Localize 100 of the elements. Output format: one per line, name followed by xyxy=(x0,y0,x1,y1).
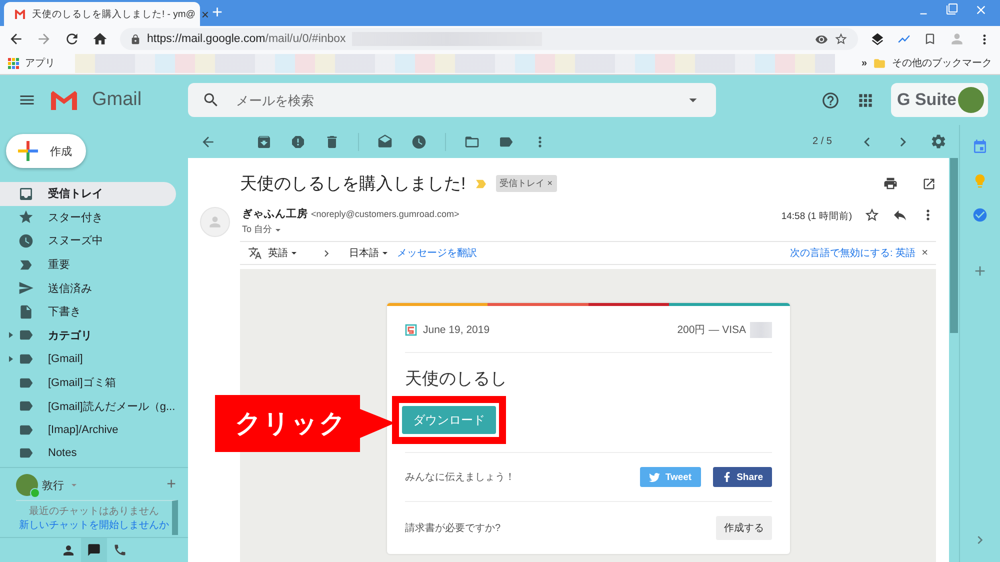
expand-caret-icon[interactable] xyxy=(9,356,13,362)
compose-button[interactable]: 作成 xyxy=(6,134,86,168)
nav-label: [Gmail] xyxy=(48,352,83,365)
expand-caret-icon[interactable] xyxy=(9,332,13,338)
gmail-logo-icon xyxy=(50,90,78,110)
gsuite-account-button[interactable]: G Suite xyxy=(891,83,988,117)
move-icon[interactable] xyxy=(464,134,480,150)
nav-item[interactable]: スヌーズ中 xyxy=(0,229,176,253)
folder-icon xyxy=(873,56,886,70)
chat-user-name[interactable]: 敦行 xyxy=(42,478,64,492)
search-icon xyxy=(202,91,220,109)
other-bookmarks[interactable]: その他のブックマーク xyxy=(892,56,992,70)
close-translate-button[interactable]: × xyxy=(922,247,928,259)
home-icon[interactable] xyxy=(92,31,108,47)
nav-item[interactable]: 重要 xyxy=(0,252,176,276)
remove-label-button[interactable]: × xyxy=(547,178,553,188)
restore-icon[interactable] xyxy=(946,3,958,15)
nav-item[interactable]: [Gmail] xyxy=(0,347,176,371)
mail-subject: 天使のしるしを購入しました! xyxy=(240,173,466,195)
nav-label: [Gmail]読んだメール（g... xyxy=(48,400,176,414)
sender-email: <noreply@customers.gumroad.com> xyxy=(311,209,460,219)
contacts-icon[interactable] xyxy=(60,542,76,558)
recipient-line[interactable]: To 自分 xyxy=(242,223,770,236)
nav-item[interactable]: スター付き xyxy=(0,206,176,230)
add-chat-button[interactable]: + xyxy=(166,476,176,494)
address-bar[interactable]: https://mail.google.com/mail/u/0/#inbox xyxy=(120,28,858,50)
target-language[interactable]: 日本語 xyxy=(349,246,391,260)
inbox-icon xyxy=(18,186,34,202)
chat-tab[interactable] xyxy=(81,538,107,562)
phone-icon[interactable] xyxy=(113,543,127,557)
apps-icon[interactable] xyxy=(8,58,19,68)
source-language[interactable]: 英語 xyxy=(268,246,300,260)
plus-icon xyxy=(18,141,38,161)
user-avatar xyxy=(958,87,984,113)
sender-name: ぎゃふん工房 <noreply@customers.gumroad.com> xyxy=(242,207,460,221)
snooze-icon[interactable] xyxy=(411,134,427,150)
search-field[interactable]: メールを検索 xyxy=(188,83,716,117)
print-icon[interactable] xyxy=(883,176,898,191)
nav-label: Notes xyxy=(48,447,77,460)
mail-time: 14:58 (1 時間前) xyxy=(781,210,852,223)
translate-link[interactable]: メッセージを翻訳 xyxy=(397,246,477,260)
nav-item[interactable]: [Imap]/Archive xyxy=(0,418,176,442)
share-prompt: みんなに伝えましょう！ xyxy=(405,471,516,484)
tab-close-button[interactable]: × xyxy=(201,8,209,20)
translate-icon xyxy=(248,246,262,260)
mark-unread-icon[interactable] xyxy=(377,134,393,150)
search-input[interactable]: メールを検索 xyxy=(234,92,670,108)
person-icon xyxy=(207,214,223,230)
nav-item[interactable]: 受信トレイ xyxy=(0,182,176,206)
apps-bookmark[interactable]: アプリ xyxy=(25,56,55,70)
receipt-logo-icon xyxy=(405,324,417,336)
nav-label: 重要 xyxy=(48,258,70,272)
nav-item[interactable]: Notes xyxy=(0,442,176,466)
tab-title: 天使のしるしを購入しました! - ym@ xyxy=(32,8,196,20)
lock-icon xyxy=(130,34,141,44)
layers-icon[interactable] xyxy=(870,32,885,46)
nav-label: 送信済み xyxy=(48,282,92,296)
forward-icon[interactable] xyxy=(36,31,52,47)
disable-translation-link[interactable]: 次の言語で無効にする: 英語 xyxy=(790,246,916,260)
pager-text: 2 / 5 xyxy=(812,136,832,147)
bookmark-star-icon[interactable] xyxy=(834,32,848,46)
open-new-window-icon[interactable] xyxy=(922,176,936,190)
nav-label: カテゴリ xyxy=(48,328,92,343)
archive-icon[interactable] xyxy=(256,134,272,150)
document-icon xyxy=(18,304,34,320)
nav-label: スヌーズ中 xyxy=(48,234,103,248)
nav-label: 下書き xyxy=(48,305,81,320)
nav-item[interactable]: 送信済み xyxy=(0,276,176,300)
tasks-icon[interactable] xyxy=(972,207,988,223)
bird-icon xyxy=(649,472,660,482)
nav-label: 受信トレイ xyxy=(48,186,103,202)
gmail-icon xyxy=(14,8,26,20)
nav-label: スター付き xyxy=(48,210,103,225)
nav-item[interactable]: [Gmail]読んだメール（g... xyxy=(0,394,176,418)
share-button[interactable]: Share xyxy=(712,467,772,487)
click-callout: クリック xyxy=(215,395,395,452)
no-chats-text: 最近のチャットはありません xyxy=(29,504,159,518)
star-icon[interactable] xyxy=(864,207,880,223)
nav-item[interactable]: [Gmail]ゴミ箱 xyxy=(0,370,176,394)
purchase-price: 200円 — VISA xyxy=(677,323,746,337)
more-bookmarks-button[interactable]: » xyxy=(861,58,867,68)
close-icon[interactable] xyxy=(974,3,988,17)
eye-icon[interactable] xyxy=(815,32,828,46)
star-icon xyxy=(18,209,34,226)
url-text: https://mail.google.com/mail/u/0/#inbox xyxy=(147,33,346,45)
scrollbar-thumb[interactable] xyxy=(950,158,958,333)
chat-icon xyxy=(87,543,101,557)
nav-item[interactable]: カテゴリ xyxy=(0,324,176,348)
product-name: 天使のしるし xyxy=(405,368,508,390)
back-icon[interactable] xyxy=(8,31,24,47)
gmail-logo-text: Gmail xyxy=(92,89,142,111)
help-icon[interactable] xyxy=(821,90,840,110)
create-invoice-button[interactable]: 作成する xyxy=(716,516,772,540)
settings-icon[interactable] xyxy=(930,133,947,150)
nav-item[interactable]: 下書き xyxy=(0,300,176,324)
send-icon xyxy=(18,280,34,296)
nav-label: [Imap]/Archive xyxy=(48,424,118,436)
purchase-date: June 19, 2019 xyxy=(423,324,490,336)
spam-icon[interactable] xyxy=(290,134,306,150)
reload-icon[interactable] xyxy=(64,31,80,47)
